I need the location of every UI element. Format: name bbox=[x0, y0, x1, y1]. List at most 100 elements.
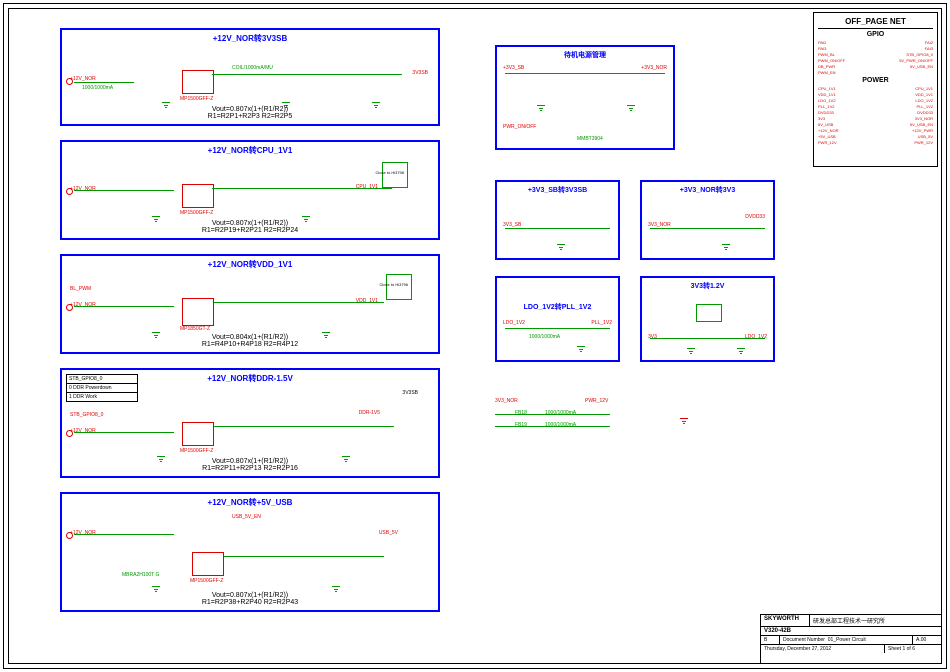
net-row: PWM_BLSTB_GPIO8_0 bbox=[818, 52, 933, 57]
net-row: 3V33V3_NOR bbox=[818, 116, 933, 121]
net-pwronoff: PWR_ON/OFF bbox=[503, 124, 536, 130]
inductor-label: COIL/1000mA/MU bbox=[232, 65, 273, 71]
port-icon bbox=[66, 430, 73, 437]
wire bbox=[650, 228, 765, 229]
ldo-chip bbox=[696, 304, 722, 322]
block-cpu1v1: +12V_NOR转CPU_1V1 +12V_NOR MP1500GFF-Z Cl… bbox=[60, 140, 440, 240]
wire bbox=[74, 82, 134, 83]
department: 研发总部工程技术一研究所 bbox=[810, 615, 941, 626]
net-row: CPU_1V1CPU_1V1 bbox=[818, 86, 933, 91]
note-box bbox=[382, 162, 408, 188]
docnum-label: Document Number 01_Power Circuit bbox=[780, 636, 913, 644]
net-row: +5V_USBUSB_5V bbox=[818, 134, 933, 139]
date: Thursday, December 27, 2012 bbox=[761, 645, 885, 653]
offpage-net-panel: OFF_PAGE NET GPIO PAI2FAI2 PAI3FAI3 PWM_… bbox=[813, 12, 938, 167]
wire bbox=[74, 534, 174, 535]
gnd-icon bbox=[537, 105, 545, 112]
placement-note: Close to Hi3796 bbox=[380, 282, 408, 287]
regulator-chip bbox=[182, 184, 214, 208]
model: V320-42B bbox=[761, 627, 941, 635]
block-3v3sb: +12V_NOR转3V3SB +12V_NOR 1000/1000mA MP15… bbox=[60, 28, 440, 126]
wire bbox=[214, 302, 384, 303]
block-title: 待机电源管理 bbox=[497, 50, 673, 60]
regulator-chip bbox=[182, 70, 214, 94]
net-row: LDO_1V2LDO_1V2 bbox=[818, 98, 933, 103]
value: 1000/1000mA bbox=[545, 422, 576, 428]
wire bbox=[74, 190, 174, 191]
ferrite-label: 1000/1000mA bbox=[82, 85, 113, 91]
net-row: PAI2FAI2 bbox=[818, 40, 933, 45]
net-usben: USB_5V_EN bbox=[232, 514, 261, 520]
block-5vusb: +12V_NOR转+5V_USB +12V_NOR MP1500GFF-Z MB… bbox=[60, 492, 440, 612]
wire bbox=[650, 338, 765, 339]
ref-des: FB18 bbox=[515, 410, 527, 416]
block-title: +3V3_NOR转3V3 bbox=[642, 185, 773, 195]
block-title: +12V_NOR转3V3SB bbox=[62, 33, 438, 44]
net-out: PLL_1V2 bbox=[591, 320, 612, 326]
rev: A.00 bbox=[913, 636, 941, 644]
ref-des: FB19 bbox=[515, 422, 527, 428]
net-output: USB_5V bbox=[379, 530, 398, 536]
title-block: SKYWORTH 研发总部工程技术一研究所 V320-42B B Documen… bbox=[760, 614, 942, 664]
net-3v3sb-tap: 3V3SB bbox=[402, 390, 418, 396]
diode-label: MBRA2H100T G bbox=[122, 572, 159, 578]
chip-partnum: MP1500GFF-Z bbox=[180, 448, 213, 454]
net-out: +3V3_NOR bbox=[641, 65, 667, 71]
sheet-info: Sheet 1 of 6 bbox=[885, 645, 941, 653]
net-stbgpio: STB_GPIO8_0 bbox=[70, 412, 103, 418]
block-ldo-pll: LDO_1V2转PLL_1V2 LDO_1V2 PLL_1V2 1000/100… bbox=[495, 276, 620, 362]
net-input: +12V_NOR bbox=[70, 530, 96, 536]
net-input: +12V_NOR bbox=[70, 186, 96, 192]
regulator-chip bbox=[192, 552, 224, 576]
block-3v3sb-copy: +3V3_SB转3V3SB 3V3_SB bbox=[495, 180, 620, 260]
wire bbox=[74, 432, 174, 433]
wire bbox=[505, 228, 610, 229]
block-title: +12V_NOR转+5V_USB bbox=[62, 497, 438, 508]
regulator-chip bbox=[182, 422, 214, 446]
size: B bbox=[761, 636, 780, 644]
gnd-power-icon bbox=[680, 418, 688, 425]
net-output: VDD_1V1 bbox=[356, 298, 378, 304]
ferrite-label: 1000/1000mA bbox=[529, 334, 560, 340]
net-row: PWM_ON/OFF5V_PWR_ON/OFF bbox=[818, 58, 933, 63]
block-title: 3V3转1.2V bbox=[642, 281, 773, 291]
wire bbox=[505, 328, 610, 329]
wire bbox=[74, 306, 174, 307]
net-row: PAI3FAI3 bbox=[818, 46, 933, 51]
net-input: +12V_NOR bbox=[70, 302, 96, 308]
power-list: CPU_1V1CPU_1V1 VDD_1V1VDD_1V1 LDO_1V2LDO… bbox=[818, 86, 933, 145]
gnd-icon bbox=[557, 244, 565, 251]
company: SKYWORTH bbox=[761, 615, 810, 626]
net-output: CPU_1V1 bbox=[356, 184, 378, 190]
value: 1000/1000mA bbox=[545, 410, 576, 416]
formula: Vout=0.804x(1+(R1/R2))R1=R4P10+R4P18 R2=… bbox=[62, 334, 438, 348]
wire bbox=[212, 74, 402, 75]
wire bbox=[212, 188, 392, 189]
net-row: +12V_NOR+12V_PWR bbox=[818, 128, 933, 133]
net-row: PLL_1V2PLL_1V2 bbox=[818, 104, 933, 109]
gpio-header: GPIO bbox=[818, 31, 933, 38]
block-title: LDO_1V2转PLL_1V2 bbox=[497, 302, 618, 312]
net-row: VDD_1V1VDD_1V1 bbox=[818, 92, 933, 97]
net-label: PWR_12V bbox=[585, 398, 608, 404]
net-blpwm: BL_PWM bbox=[70, 286, 91, 292]
block-title: +12V_NOR转VDD_1V1 bbox=[62, 259, 438, 270]
net-in: +3V3_SB bbox=[503, 65, 524, 71]
wire bbox=[214, 426, 394, 427]
regulator-chip bbox=[182, 298, 214, 326]
note-box bbox=[386, 274, 412, 300]
block-3v3-to-1v2: 3V3转1.2V 3V3 LDO_1V2 bbox=[640, 276, 775, 362]
port-icon bbox=[66, 304, 73, 311]
port-icon bbox=[66, 188, 73, 195]
block-title: +3V3_SB转3V3SB bbox=[497, 185, 618, 195]
net-output: DDR-1V5 bbox=[359, 410, 380, 416]
net-output: 3V3SB bbox=[412, 70, 428, 76]
net-row: DB_PWR5V_USB_EN bbox=[818, 64, 933, 69]
table-header: STB_GPIO8_0 bbox=[67, 375, 137, 384]
chip-partnum: MP1500GFF-Z bbox=[180, 96, 213, 102]
formula: Vout=0.807x(1+(R1/R2))R1=R2P1+R2P3 R2=R2… bbox=[62, 106, 438, 120]
table-row: 0 DDR Powerdown bbox=[67, 384, 137, 393]
net-row: PWM_EN bbox=[818, 70, 933, 75]
block-3v3nor: +3V3_NOR转3V3 3V3_NOR DVDD33 bbox=[640, 180, 775, 260]
net-out: DVDD33 bbox=[745, 214, 765, 220]
